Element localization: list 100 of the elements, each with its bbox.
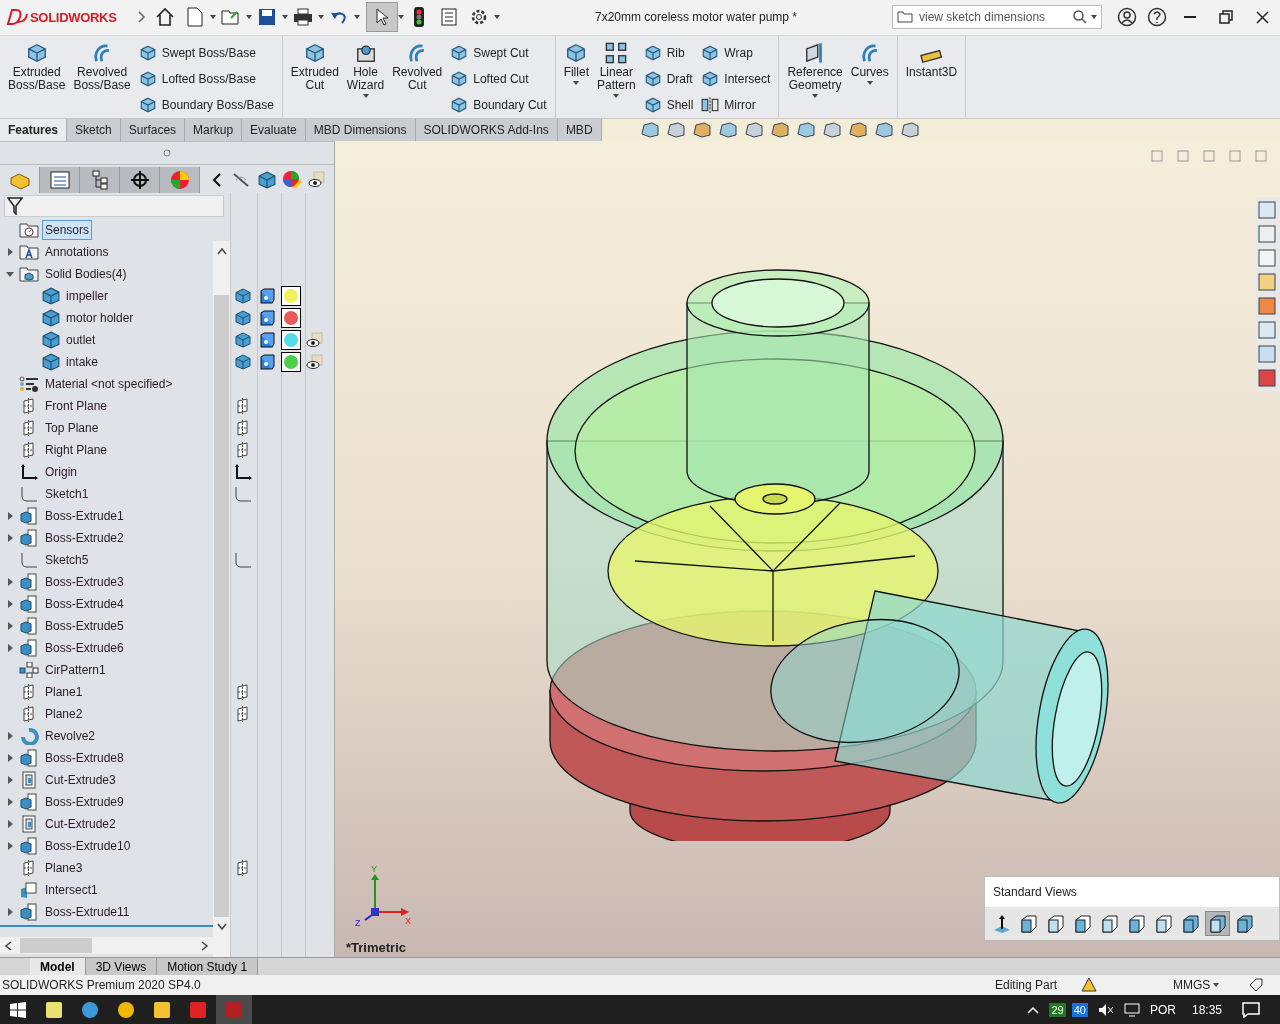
network-icon[interactable] bbox=[1123, 1002, 1142, 1017]
new-document-icon[interactable] bbox=[187, 7, 203, 28]
ribbon-button[interactable]: Rib bbox=[641, 41, 696, 64]
tree-item[interactable]: Boss-Extrude11 bbox=[42, 901, 133, 922]
ribbon-button[interactable]: Swept Boss/Base bbox=[136, 41, 276, 64]
tree-item[interactable]: Top Plane bbox=[42, 417, 102, 438]
select-button[interactable] bbox=[366, 2, 398, 33]
tree-item[interactable]: Boss-Extrude2 bbox=[42, 527, 127, 548]
bottom-tab[interactable]: 3D Views bbox=[85, 958, 158, 976]
ribbon-button[interactable]: Draft bbox=[641, 67, 696, 90]
tree-item[interactable]: motor holder bbox=[63, 307, 137, 328]
expand-arrow-icon[interactable] bbox=[6, 731, 14, 740]
expand-arrow-icon[interactable] bbox=[6, 533, 14, 542]
tree-item[interactable]: Cut-Extrude2 bbox=[42, 813, 119, 834]
expand-arrow-icon[interactable] bbox=[6, 797, 14, 806]
ribbon-tab[interactable]: Evaluate bbox=[242, 118, 306, 141]
panel-tab[interactable] bbox=[120, 166, 160, 193]
tree-item[interactable]: Boss-Extrude8 bbox=[42, 747, 127, 768]
splitter-handle-icon[interactable] bbox=[163, 148, 171, 157]
tree-item[interactable]: impeller bbox=[63, 285, 111, 306]
volume-muted-icon[interactable] bbox=[1097, 1002, 1114, 1017]
language-indicator[interactable]: POR bbox=[1149, 1002, 1176, 1017]
print-icon[interactable] bbox=[293, 8, 313, 27]
search-field[interactable]: view sketch dimensions bbox=[892, 5, 1102, 30]
ribbon-button[interactable]: Linear Pattern bbox=[594, 39, 638, 118]
tag-icon[interactable] bbox=[1249, 978, 1263, 993]
tree-item[interactable]: Sketch5 bbox=[42, 549, 92, 570]
tree-item[interactable]: Boss-Extrude6 bbox=[42, 637, 127, 658]
ribbon-button[interactable]: Lofted Boss/Base bbox=[136, 67, 276, 90]
file-properties-icon[interactable] bbox=[441, 8, 457, 27]
traffic-light-icon[interactable] bbox=[414, 7, 424, 28]
tree-item[interactable]: outlet bbox=[63, 329, 99, 350]
scroll-up-icon[interactable] bbox=[216, 246, 227, 255]
expand-arrow-icon[interactable] bbox=[6, 511, 14, 520]
expand-arrow-icon[interactable] bbox=[6, 907, 14, 916]
rebuild-warning-icon[interactable] bbox=[1081, 977, 1097, 994]
expand-arrow-icon[interactable] bbox=[6, 247, 14, 256]
ribbon-tab[interactable]: SOLIDWORKS Add-Ins bbox=[415, 118, 558, 141]
tree-item[interactable]: Sketch1 bbox=[42, 483, 92, 504]
tree-item[interactable]: Cut-Extrude3 bbox=[42, 769, 119, 790]
tree-item[interactable]: intake bbox=[63, 351, 102, 372]
ribbon-button[interactable]: Boundary Boss/Base bbox=[136, 93, 276, 116]
tree-item[interactable]: CirPattern1 bbox=[42, 659, 109, 680]
tree-item[interactable]: Front Plane bbox=[42, 395, 111, 416]
tree-item[interactable]: Revolve2 bbox=[42, 725, 99, 746]
expand-arrow-icon[interactable] bbox=[6, 841, 14, 850]
ribbon-tab[interactable]: Markup bbox=[185, 118, 243, 141]
units-selector[interactable]: MMGS bbox=[1173, 978, 1213, 993]
tree-item[interactable]: Boss-Extrude5 bbox=[42, 615, 127, 636]
tree-item[interactable]: Plane1 bbox=[42, 681, 86, 702]
ribbon-button[interactable]: Intersect bbox=[699, 67, 773, 90]
expand-arrow-icon[interactable] bbox=[6, 819, 14, 828]
tray-badge[interactable]: 40 bbox=[1071, 1002, 1088, 1017]
tree-item[interactable]: Right Plane bbox=[42, 439, 111, 460]
ribbon-button[interactable]: Fillet bbox=[561, 39, 591, 118]
start-icon[interactable] bbox=[10, 1001, 26, 1018]
ribbon-button[interactable]: Hole Wizard bbox=[344, 39, 387, 118]
tree-item[interactable]: Material <not specified> bbox=[42, 373, 176, 394]
bottom-tab[interactable]: Motion Study 1 bbox=[157, 958, 259, 976]
ribbon-button[interactable]: Extruded Boss/Base bbox=[6, 39, 68, 118]
tree-item[interactable]: Boss-Extrude9 bbox=[42, 791, 127, 812]
expand-arrow-icon[interactable] bbox=[6, 753, 14, 762]
expand-arrow-icon[interactable] bbox=[6, 599, 14, 608]
view-button[interactable] bbox=[1205, 911, 1230, 937]
ribbon-button[interactable]: Swept Cut bbox=[448, 41, 549, 64]
tray-expand-icon[interactable] bbox=[1027, 1005, 1040, 1014]
tree-item[interactable]: Origin bbox=[42, 461, 80, 482]
open-folder-icon[interactable] bbox=[221, 8, 241, 27]
save-icon[interactable] bbox=[258, 8, 276, 27]
tree-item[interactable]: Boss-Extrude3 bbox=[42, 571, 127, 592]
ribbon-button[interactable]: Curves bbox=[848, 39, 891, 118]
ribbon-tab[interactable]: Sketch bbox=[67, 118, 121, 141]
ribbon-button[interactable]: Revolved Cut bbox=[390, 39, 445, 118]
notifications-icon[interactable] bbox=[1242, 1001, 1260, 1018]
ribbon-tab[interactable]: Features bbox=[0, 118, 68, 141]
ribbon-button[interactable]: Boundary Cut bbox=[448, 93, 549, 116]
ribbon-button[interactable]: Extruded Cut bbox=[288, 39, 341, 118]
tree-item[interactable]: Sensors bbox=[42, 219, 93, 240]
expand-arrow-icon[interactable] bbox=[6, 643, 14, 652]
scrollbar-thumb[interactable] bbox=[214, 294, 229, 918]
tree-item[interactable]: Plane3 bbox=[42, 857, 86, 878]
ribbon-button[interactable]: Wrap bbox=[699, 41, 773, 64]
tree-item[interactable]: Boss-Extrude1 bbox=[42, 505, 127, 526]
filter-field[interactable] bbox=[4, 194, 224, 217]
tray-badge[interactable]: 29 bbox=[1049, 1002, 1066, 1017]
panel-tab[interactable] bbox=[80, 166, 120, 193]
settings-icon[interactable] bbox=[470, 8, 488, 27]
tree-item[interactable]: Plane2 bbox=[42, 703, 86, 724]
expand-arrow-icon[interactable] bbox=[6, 621, 14, 630]
expand-arrow-icon[interactable] bbox=[6, 775, 14, 784]
scroll-right-icon[interactable] bbox=[201, 940, 209, 951]
scroll-down-icon[interactable] bbox=[216, 923, 227, 932]
tree-item[interactable]: Solid Bodies(4) bbox=[42, 263, 130, 284]
scrollbar-thumb[interactable] bbox=[20, 938, 92, 954]
undo-icon[interactable] bbox=[330, 9, 348, 26]
ribbon-button[interactable]: Instant3D bbox=[903, 39, 960, 118]
user-icon[interactable] bbox=[1117, 7, 1137, 28]
ribbon-button[interactable]: Shell bbox=[641, 93, 696, 116]
ribbon-button[interactable]: Reference Geometry bbox=[785, 39, 845, 118]
bottom-tab[interactable]: Model bbox=[30, 958, 86, 976]
